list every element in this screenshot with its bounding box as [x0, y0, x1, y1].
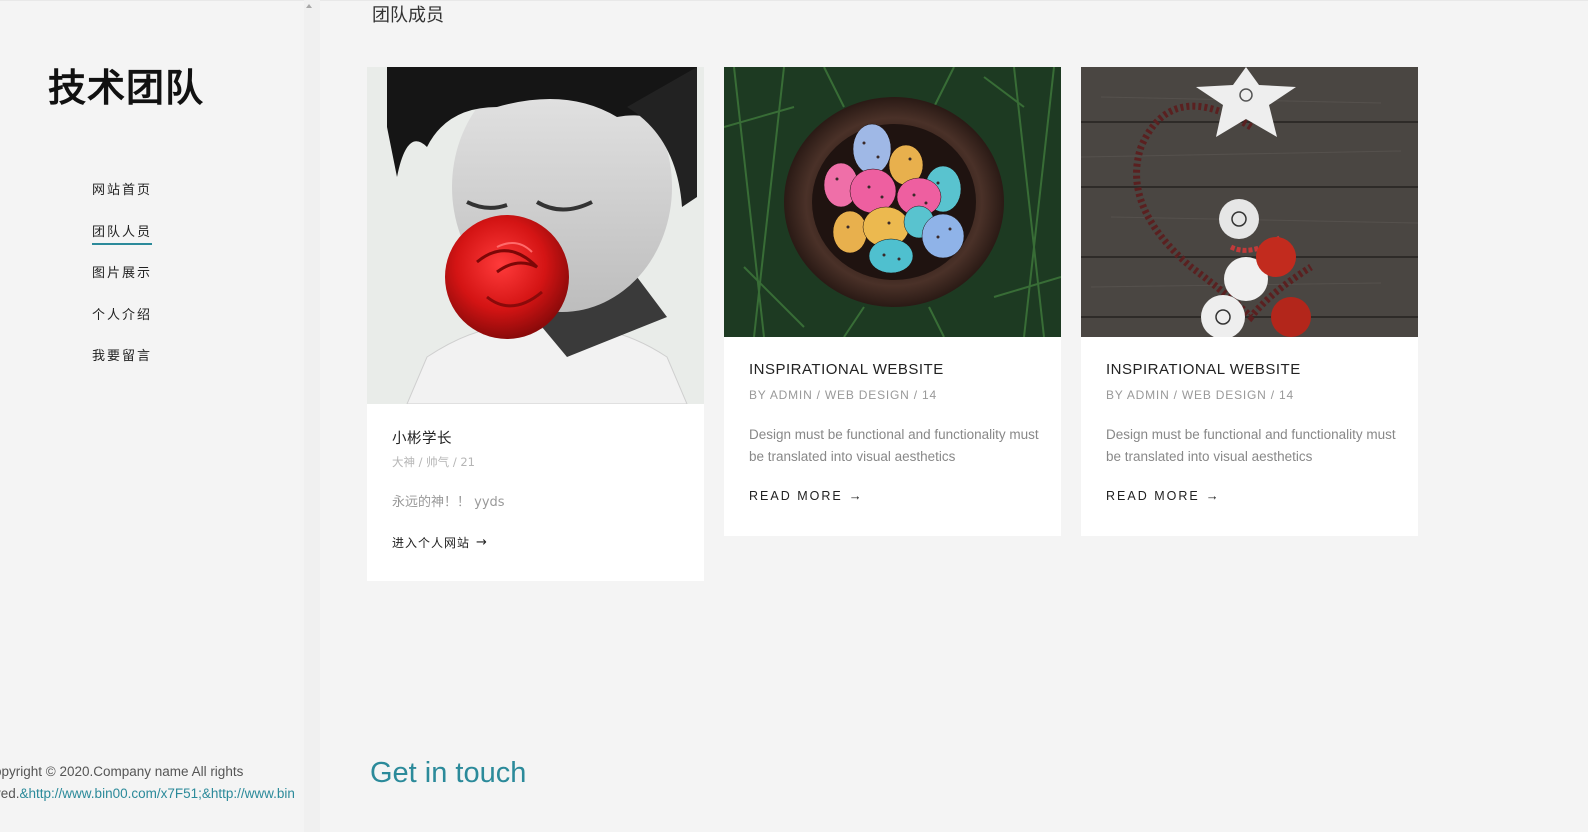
- boy-with-red-rose-photo: [367, 67, 704, 404]
- team-card-2: INSPIRATIONAL WEBSITE BY ADMIN / WEB DES…: [724, 67, 1061, 536]
- card-title[interactable]: INSPIRATIONAL WEBSITE: [749, 361, 1041, 381]
- site-brand[interactable]: 技术团队: [48, 57, 204, 112]
- nav-item-about: 个人介绍: [92, 304, 152, 346]
- card-title[interactable]: 小彬学长: [392, 427, 684, 447]
- link-label: READ MORE: [1106, 488, 1200, 503]
- copyright-link[interactable]: &http://www.bin00.com/x7F51;&http://www.…: [20, 786, 295, 801]
- link-label: READ MORE: [749, 488, 843, 503]
- card-description: Design must be functional and functional…: [1106, 427, 1396, 464]
- card-meta: 大神 / 帅气 / 21: [392, 455, 476, 469]
- nav-item-message: 我要留言: [92, 345, 152, 387]
- nav-item-gallery: 图片展示: [92, 262, 152, 304]
- copyright: opyright © 2020.Company name All rights …: [0, 761, 304, 805]
- sidebar: 技术团队 网站首页 团队人员 图片展示 个人介绍 我要留言 opyright ©…: [0, 0, 304, 832]
- copyright-line-1: opyright © 2020.Company name All rights: [0, 764, 244, 779]
- contact-heading: Get in touch: [370, 757, 527, 789]
- copyright-line-2: ved.&http://www.bin00.com/x7F51;&http://…: [0, 783, 304, 805]
- nav-link-message[interactable]: 我要留言: [92, 345, 152, 367]
- nav-link-home[interactable]: 网站首页: [92, 179, 152, 201]
- nav-item-team: 团队人员: [92, 221, 153, 263]
- arrow-right-icon: →: [1205, 488, 1219, 503]
- team-card-1-body: 小彬学长 大神 / 帅气 / 21 永远的神！！ yyds 进入个人网站 →: [392, 427, 684, 552]
- card-meta: BY ADMIN / WEB DESIGN / 14: [1106, 388, 1294, 402]
- link-label: 进入个人网站: [392, 535, 471, 550]
- team-card-1: 小彬学长 大神 / 帅气 / 21 永远的神！！ yyds 进入个人网站 →: [367, 67, 704, 581]
- team-card-2-body: INSPIRATIONAL WEBSITE BY ADMIN / WEB DES…: [749, 361, 1041, 505]
- nav-link-team[interactable]: 团队人员: [92, 221, 153, 245]
- easter-eggs-nest-photo: [724, 67, 1061, 337]
- scroll-up-arrow-icon[interactable]: [306, 4, 312, 8]
- enter-personal-site-link[interactable]: 进入个人网站 →: [392, 534, 487, 551]
- read-more-link[interactable]: READ MORE →: [1106, 488, 1219, 503]
- card-description: Design must be functional and functional…: [749, 427, 1039, 464]
- card-meta: BY ADMIN / WEB DESIGN / 14: [749, 388, 937, 402]
- card-description: 永远的神！！ yyds: [392, 495, 505, 510]
- arrow-right-icon: →: [476, 534, 487, 550]
- card-title[interactable]: INSPIRATIONAL WEBSITE: [1106, 361, 1398, 381]
- christmas-bells-wood-photo: [1081, 67, 1418, 337]
- sidebar-scrollbar[interactable]: [304, 0, 320, 832]
- nav-link-about[interactable]: 个人介绍: [92, 304, 152, 326]
- nav-item-home: 网站首页: [92, 179, 152, 221]
- main-content: 团队成员 小彬学长 大神 / 帅气 / 21 永远的神！！ yyds 进入个人网…: [320, 0, 1588, 832]
- arrow-right-icon: →: [848, 488, 862, 503]
- section-title: 团队成员: [372, 5, 444, 26]
- team-card-3: INSPIRATIONAL WEBSITE BY ADMIN / WEB DES…: [1081, 67, 1418, 536]
- nav-link-gallery[interactable]: 图片展示: [92, 262, 152, 284]
- copyright-prefix: ved.: [0, 786, 20, 801]
- team-card-3-body: INSPIRATIONAL WEBSITE BY ADMIN / WEB DES…: [1106, 361, 1398, 505]
- read-more-link[interactable]: READ MORE →: [749, 488, 862, 503]
- main-nav: 网站首页 团队人员 图片展示 个人介绍 我要留言: [92, 179, 153, 387]
